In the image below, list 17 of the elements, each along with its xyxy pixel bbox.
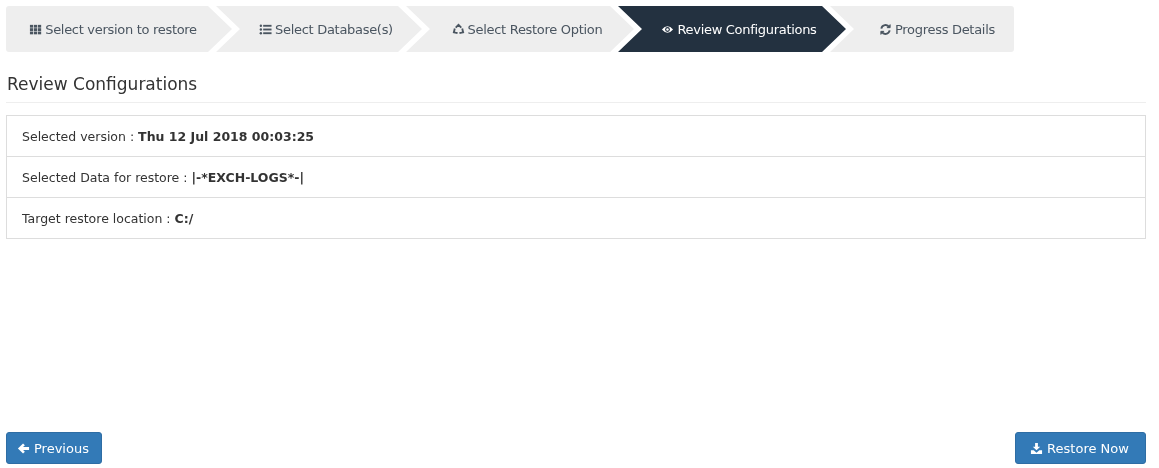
detail-text: Target restore location : C:/ bbox=[22, 210, 194, 226]
download-icon bbox=[1030, 441, 1044, 455]
arrow-left-icon bbox=[17, 441, 30, 455]
restore-button[interactable]: Restore Now bbox=[1015, 432, 1146, 464]
detail-text: Selected version : Thu 12 Jul 2018 00:03:25 bbox=[22, 128, 315, 144]
previous-button[interactable]: Previous bbox=[6, 432, 102, 464]
refresh-icon bbox=[879, 22, 893, 36]
detail-text: Selected Data for restore : |-*EXCH-LOGS*-| bbox=[22, 169, 305, 185]
list-icon bbox=[259, 22, 273, 36]
wizard-step[interactable]: Select version to restore bbox=[6, 6, 232, 52]
wizard-step[interactable]: Select Restore Option bbox=[406, 6, 634, 52]
section-heading: Review Configurations bbox=[6, 74, 1146, 103]
recycle-icon bbox=[451, 22, 465, 36]
wizard-step[interactable]: Select Database(s) bbox=[216, 6, 422, 52]
wizard-step[interactable]: Progress Details bbox=[830, 6, 1014, 52]
wizard-step[interactable]: Review Configurations bbox=[618, 6, 846, 52]
grid-icon bbox=[29, 22, 43, 36]
